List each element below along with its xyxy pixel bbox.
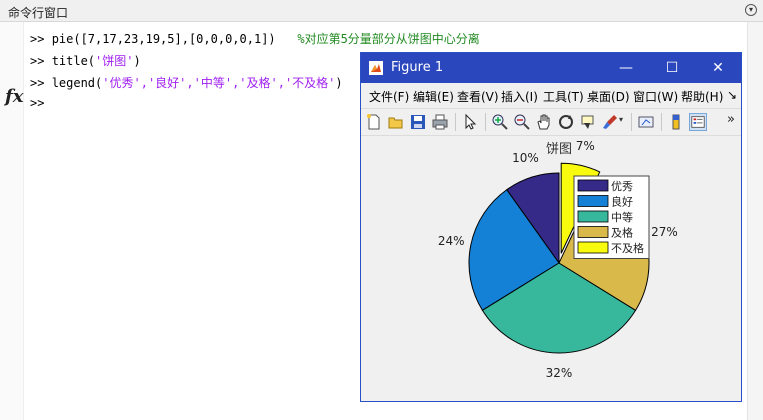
- prompt: >>: [30, 96, 45, 110]
- string-literal: '饼图': [95, 54, 134, 68]
- pointer-icon[interactable]: [461, 113, 479, 131]
- figure-titlebar[interactable]: Figure 1 — ☐ ✕: [361, 53, 741, 83]
- insert-colorbar-icon[interactable]: [667, 113, 685, 131]
- legend-swatch-5: [577, 241, 609, 254]
- legend-label-3: 中等: [611, 210, 633, 224]
- legend-swatch-1: [577, 179, 609, 192]
- figure-toolbar: ▾ »: [361, 108, 741, 136]
- maximize-button[interactable]: ☐: [649, 53, 695, 83]
- menu-tools[interactable]: 工具(T): [543, 88, 584, 105]
- insert-legend-icon[interactable]: [689, 113, 707, 131]
- print-icon[interactable]: [431, 113, 449, 131]
- data-cursor-icon[interactable]: [579, 113, 597, 131]
- pie-label-2: 24%: [438, 234, 465, 248]
- minimize-button[interactable]: —: [603, 53, 649, 83]
- legend-swatch-3: [577, 210, 609, 223]
- prompt: >>: [30, 32, 45, 46]
- prompt: >>: [30, 76, 45, 90]
- string-literal: '优秀','良好','中等','及格','不及格': [102, 76, 336, 90]
- chart-title: 饼图: [546, 142, 572, 157]
- legend-label-4: 及格: [611, 226, 633, 240]
- brush-dropdown-icon[interactable]: ▾: [619, 115, 623, 124]
- command-line-3: >> legend('优秀','良好','中等','及格','不及格'): [30, 74, 343, 91]
- figure-title: Figure 1: [391, 60, 444, 75]
- code-text: pie([7,17,23,19,5],[0,0,0,0,1]): [51, 32, 276, 46]
- command-window-header: 命令行窗口 ▾: [0, 0, 763, 22]
- figure-menubar: 文件(F) 编辑(E) 查看(V) 插入(I) 工具(T) 桌面(D) 窗口(W…: [361, 83, 741, 107]
- zoom-in-icon[interactable]: [491, 113, 509, 131]
- code-text: legend(: [51, 76, 103, 90]
- code-text: title(: [51, 54, 96, 68]
- pie-label-5: 7%: [576, 139, 595, 153]
- code-text: ): [133, 54, 141, 68]
- prompt: >>: [30, 54, 45, 68]
- command-window-scrollbar[interactable]: [747, 22, 763, 420]
- legend-label-5: 不及格: [611, 241, 644, 255]
- command-window-gutter: [0, 22, 24, 420]
- menu-insert[interactable]: 插入(I): [501, 88, 538, 105]
- legend-swatch-2: [577, 195, 609, 207]
- menu-window[interactable]: 窗口(W): [633, 88, 678, 105]
- panel-menu-icon[interactable]: ▾: [745, 4, 757, 16]
- comment-text: %对应第5分量部分从饼图中心分离: [297, 32, 480, 46]
- code-text: ): [335, 76, 343, 90]
- command-line-1: >> pie([7,17,23,19,5],[0,0,0,0,1]) %对应第5…: [30, 30, 480, 47]
- figure-window[interactable]: Figure 1 — ☐ ✕ 文件(F) 编辑(E) 查看(V) 插入(I) 工…: [360, 52, 742, 402]
- menu-view[interactable]: 查看(V): [457, 88, 499, 105]
- command-line-2: >> title('饼图'): [30, 52, 141, 69]
- pie-label-1: 10%: [512, 151, 539, 165]
- chart-legend[interactable]: 优秀良好中等及格不及格: [573, 175, 650, 259]
- menu-desktop[interactable]: 桌面(D): [587, 88, 630, 105]
- toolbar-separator: [631, 113, 632, 131]
- menu-file[interactable]: 文件(F): [369, 88, 409, 105]
- toolbar-separator: [455, 113, 456, 131]
- legend-label-1: 优秀: [611, 180, 633, 193]
- pie-label-4: 27%: [651, 225, 678, 239]
- save-icon[interactable]: [409, 113, 427, 131]
- toolbar-overflow-icon[interactable]: »: [727, 112, 735, 127]
- pie-chart: 饼图 10% 24% 32% 27% 7% 优秀良好中等及格不及格: [438, 139, 678, 380]
- open-file-icon[interactable]: [387, 113, 405, 131]
- link-plot-icon[interactable]: [637, 113, 655, 131]
- brush-icon[interactable]: [601, 113, 619, 131]
- menu-overflow-icon[interactable]: ↘: [727, 88, 737, 102]
- toolbar-separator: [485, 113, 486, 131]
- menu-help[interactable]: 帮助(H): [681, 88, 723, 105]
- legend-label-2: 良好: [611, 195, 633, 209]
- pan-hand-icon[interactable]: [535, 113, 553, 131]
- menu-edit[interactable]: 编辑(E): [413, 88, 454, 105]
- zoom-out-icon[interactable]: [513, 113, 531, 131]
- close-button[interactable]: ✕: [695, 53, 741, 83]
- pie-label-3: 32%: [546, 366, 573, 380]
- command-line-input[interactable]: >>: [30, 96, 44, 110]
- fx-function-browser-icon[interactable]: fx: [5, 86, 23, 107]
- new-figure-icon[interactable]: [365, 113, 383, 131]
- command-window-title: 命令行窗口: [8, 6, 69, 20]
- toolbar-separator: [661, 113, 662, 131]
- rotate-3d-icon[interactable]: [557, 113, 575, 131]
- figure-plot-area[interactable]: 饼图 10% 24% 32% 27% 7% 优秀良好 中等及格 不及格: [361, 136, 741, 401]
- matlab-logo-icon: [369, 61, 383, 75]
- legend-swatch-4: [577, 226, 609, 238]
